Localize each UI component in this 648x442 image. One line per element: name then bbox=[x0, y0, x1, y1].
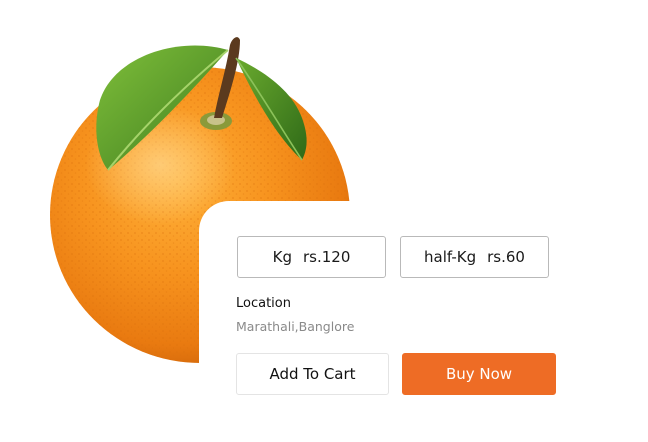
location-value: Marathali,Banglore bbox=[236, 319, 355, 334]
location-label: Location bbox=[236, 296, 291, 311]
option-kg-button[interactable]: Kg rs.120 bbox=[237, 236, 386, 278]
buy-now-button[interactable]: Buy Now bbox=[402, 353, 556, 395]
option-half-kg-button[interactable]: half-Kg rs.60 bbox=[400, 236, 549, 278]
product-page: Kg rs.120 half-Kg rs.60 Location Marathali… bbox=[0, 0, 648, 442]
option-price-label: rs.60 bbox=[487, 248, 525, 266]
option-unit-label: Kg bbox=[272, 248, 292, 266]
add-to-cart-button[interactable]: Add To Cart bbox=[236, 353, 389, 395]
option-price-label: rs.120 bbox=[302, 248, 351, 266]
option-unit-label: half-Kg bbox=[424, 248, 477, 266]
product-card: Kg rs.120 half-Kg rs.60 Location Marathali… bbox=[199, 201, 648, 442]
